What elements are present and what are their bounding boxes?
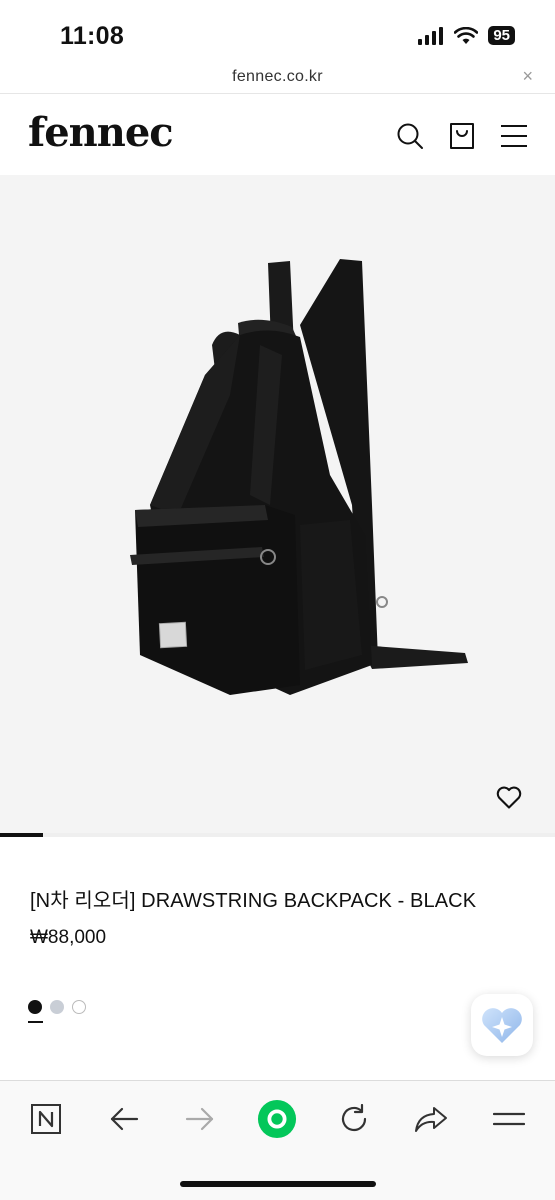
wifi-icon [454,26,479,44]
cart-button[interactable] [447,121,477,151]
sparkle-heart-icon [482,1008,522,1043]
backpack-photo [130,259,468,695]
forward-button[interactable] [180,1099,220,1139]
wishlist-button[interactable] [495,783,523,811]
heart-outline-icon [496,786,522,809]
shopping-bag-icon [450,123,474,149]
battery-indicator: 95 [488,26,515,45]
selected-color-underline [28,1021,43,1023]
close-icon[interactable]: × [522,66,533,87]
back-button[interactable] [104,1099,144,1139]
status-bar: 11:08 95 [0,0,555,62]
status-icons: 95 [418,26,515,45]
signal-icon [418,26,444,45]
menu-button[interactable] [499,121,529,151]
product-name: [N차 리오더] DRAWSTRING BACKPACK - BLACK [30,890,477,912]
url-bar[interactable]: fennec.co.kr × [0,62,555,94]
color-swatch-white[interactable] [72,1000,86,1014]
header-actions [395,121,529,151]
image-slide-indicator [0,833,555,837]
floating-like-button[interactable] [471,994,533,1056]
site-header: fennec [0,95,555,175]
naver-home-button[interactable] [26,1099,66,1139]
refresh-button[interactable] [334,1099,374,1139]
back-arrow-icon [110,1107,139,1131]
color-swatch-gray[interactable] [50,1000,64,1014]
url-text[interactable]: fennec.co.kr [0,68,555,86]
search-icon [397,123,423,149]
home-indicator [180,1181,376,1187]
share-icon [415,1107,447,1132]
search-button[interactable] [395,121,425,151]
menu-icon [493,1112,525,1126]
forward-arrow-icon [185,1107,214,1131]
product-image[interactable] [0,175,555,833]
product-price: ₩88,000 [30,927,107,948]
green-dot-button[interactable] [257,1099,297,1139]
site-logo[interactable]: fennec [28,109,174,156]
hamburger-menu-icon [501,125,527,147]
naver-n-icon [31,1104,61,1134]
slide-indicator-bar [0,833,43,837]
share-button[interactable] [411,1099,451,1139]
green-circle-icon [257,1099,297,1139]
color-swatch-black[interactable] [28,1000,42,1014]
refresh-icon [341,1104,367,1132]
color-options [28,1000,86,1014]
menu-button-toolbar[interactable] [489,1099,529,1139]
status-time: 11:08 [60,22,125,50]
